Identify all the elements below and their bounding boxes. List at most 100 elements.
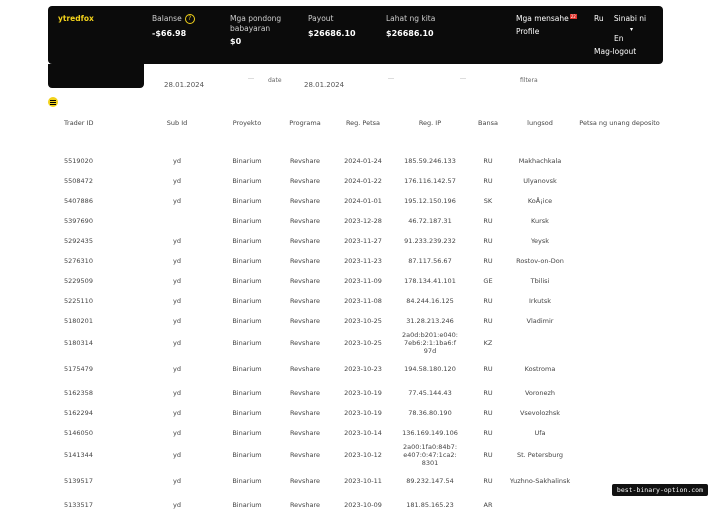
table-row: 5397690 Binarium Revshare 2023-12-28 46.72.1… xyxy=(48,211,667,231)
profile-link[interactable]: Profile xyxy=(516,27,539,37)
cell-trader-id: 5292435 xyxy=(64,237,93,245)
cell-city: St. Petersburg xyxy=(516,451,564,459)
table-row: 5175479 yd Binarium Revshare 2023-10-23 194.5… xyxy=(48,355,667,383)
cell-country: RU xyxy=(483,157,493,165)
cell-first-deposit-date xyxy=(572,355,667,383)
cell-program: Revshare xyxy=(289,217,321,225)
cell-country: GE xyxy=(483,277,493,285)
cell-reg-ip: 2a0d:b201:e040:7eb6:2:1:1ba6:f97d xyxy=(392,331,468,355)
cell-country: RU xyxy=(483,451,493,459)
table-header-row: Trader ID Sub Id Proyekto Programa Reg. … xyxy=(48,115,667,131)
cell-program: Revshare xyxy=(289,197,321,205)
cell-reg-date: 2023-10-09 xyxy=(344,501,382,509)
table-row: 5180201 yd Binarium Revshare 2023-10-25 31.28… xyxy=(48,311,667,331)
language-option-en[interactable]: En xyxy=(614,34,624,44)
cell-program: Revshare xyxy=(289,157,321,165)
cell-project: Binarium xyxy=(232,217,262,225)
cell-city: Makhachkala xyxy=(518,157,562,165)
logout-link[interactable]: Mag-logout xyxy=(594,47,636,57)
cell-trader-id: 5397690 xyxy=(64,217,93,225)
cell-first-deposit-date xyxy=(572,311,667,331)
divider xyxy=(388,78,394,79)
cell-reg-ip: 84.244.16.125 xyxy=(406,297,454,305)
cell-sub-id: yd xyxy=(173,197,181,205)
col-project[interactable]: Proyekto xyxy=(218,115,276,131)
language-dropdown[interactable]: Sinabi ni ▾ xyxy=(613,14,647,35)
cell-trader-id: 5175479 xyxy=(64,365,93,373)
table-row: 5292435 yd Binarium Revshare 2023-11-27 91.23… xyxy=(48,231,667,251)
cell-reg-ip: 78.36.80.190 xyxy=(408,409,452,417)
date-to-field[interactable]: 28.01.2024 xyxy=(304,81,344,89)
cell-country: RU xyxy=(483,317,493,325)
table-row: 5519020 yd Binarium Revshare 2024-01-24 185.5… xyxy=(48,151,667,171)
total-label: Lahat ng kita xyxy=(386,14,436,23)
cell-project: Binarium xyxy=(232,409,262,417)
cell-city: Kursk xyxy=(531,217,549,225)
cell-program: Revshare xyxy=(289,429,321,437)
cell-reg-ip: 194.58.180.120 xyxy=(404,365,456,373)
messages-link[interactable]: Mga mensahe 22 xyxy=(516,14,577,24)
table-row: 5162358 yd Binarium Revshare 2023-10-19 77.45… xyxy=(48,383,667,403)
cell-project: Binarium xyxy=(232,257,262,265)
traders-table: Trader ID Sub Id Proyekto Programa Reg. … xyxy=(48,115,667,515)
col-program[interactable]: Programa xyxy=(276,115,334,131)
cell-sub-id: yd xyxy=(173,429,181,437)
cell-city: Voronezh xyxy=(524,389,556,397)
cell-sub-id: yd xyxy=(173,277,181,285)
cell-trader-id: 5139517 xyxy=(64,477,93,485)
cell-project: Binarium xyxy=(232,389,262,397)
messages-label[interactable]: Mga mensahe xyxy=(516,14,569,23)
cell-program: Revshare xyxy=(289,389,321,397)
cell-first-deposit-date xyxy=(572,495,667,515)
date-from-field[interactable]: 28.01.2024 xyxy=(164,81,204,89)
cell-first-deposit-date xyxy=(572,291,667,311)
cell-trader-id: 5276310 xyxy=(64,257,93,265)
cell-reg-date: 2023-11-23 xyxy=(344,257,382,265)
cell-trader-id: 5133517 xyxy=(64,501,93,509)
cell-project: Binarium xyxy=(232,429,262,437)
ip-text: 2a0d:b201:e040:7eb6:2:1:1ba6:f97d xyxy=(402,331,458,355)
col-reg-ip[interactable]: Reg. IP xyxy=(392,115,468,131)
col-reg-date[interactable]: Reg. Petsa xyxy=(334,115,392,131)
cell-program: Revshare xyxy=(289,277,321,285)
filter-label: filtera xyxy=(520,77,538,84)
language-option-sinabi[interactable]: Sinabi ni xyxy=(614,14,646,23)
table-row: 5508472 yd Binarium Revshare 2024-01-22 176.1… xyxy=(48,171,667,191)
brand-username: ytredfox xyxy=(58,14,94,23)
col-country[interactable]: Bansa xyxy=(468,115,508,131)
payout-block: Payout $26686.10 xyxy=(308,14,356,39)
col-first-deposit-date[interactable]: Petsa ng unang deposito xyxy=(572,115,667,131)
table-row: 5146050 yd Binarium Revshare 2023-10-14 136.1… xyxy=(48,423,667,443)
cell-reg-date: 2023-10-19 xyxy=(344,409,382,417)
cell-reg-date: 2023-12-28 xyxy=(344,217,382,225)
cell-sub-id: yd xyxy=(173,177,181,185)
col-city[interactable]: lungsod xyxy=(508,115,572,131)
table-row: 5276310 yd Binarium Revshare 2023-11-23 87.11… xyxy=(48,251,667,271)
cell-reg-ip: 181.85.165.23 xyxy=(406,501,454,509)
cell-reg-ip: 2a00:1fa0:84b7:e407:0:47:1ca2:8301 xyxy=(392,443,468,467)
cell-sub-id: yd xyxy=(173,389,181,397)
cell-reg-date: 2023-10-12 xyxy=(344,451,382,459)
help-icon[interactable]: ? xyxy=(184,14,195,24)
table-row: 5139517 yd Binarium Revshare 2023-10-11 89.23… xyxy=(48,467,667,495)
cell-trader-id: 5141344 xyxy=(64,451,93,459)
hold-value: $0 xyxy=(230,37,242,46)
cell-sub-id: yd xyxy=(173,317,181,325)
cell-first-deposit-date xyxy=(572,231,667,251)
cell-reg-ip: 178.134.41.101 xyxy=(404,277,456,285)
cell-reg-date: 2023-10-11 xyxy=(344,477,382,485)
col-sub-id[interactable]: Sub Id xyxy=(136,115,218,131)
col-trader-id[interactable]: Trader ID xyxy=(48,115,136,131)
cell-city: Ulyanovsk xyxy=(523,177,557,185)
cell-first-deposit-date xyxy=(572,423,667,443)
cell-program: Revshare xyxy=(289,237,321,245)
cell-city: Irkutsk xyxy=(529,297,551,305)
language-current[interactable]: Ru xyxy=(594,14,604,24)
cell-sub-id: yd xyxy=(173,339,181,347)
top-bar: ytredfox Balanse? -$66.98 Mga pondong ba… xyxy=(48,6,663,64)
cell-country: RU xyxy=(483,477,493,485)
cell-country: RU xyxy=(483,409,493,417)
date-label: date xyxy=(268,77,282,84)
menu-toggle-icon[interactable] xyxy=(48,97,58,107)
cell-reg-date: 2023-10-14 xyxy=(344,429,382,437)
